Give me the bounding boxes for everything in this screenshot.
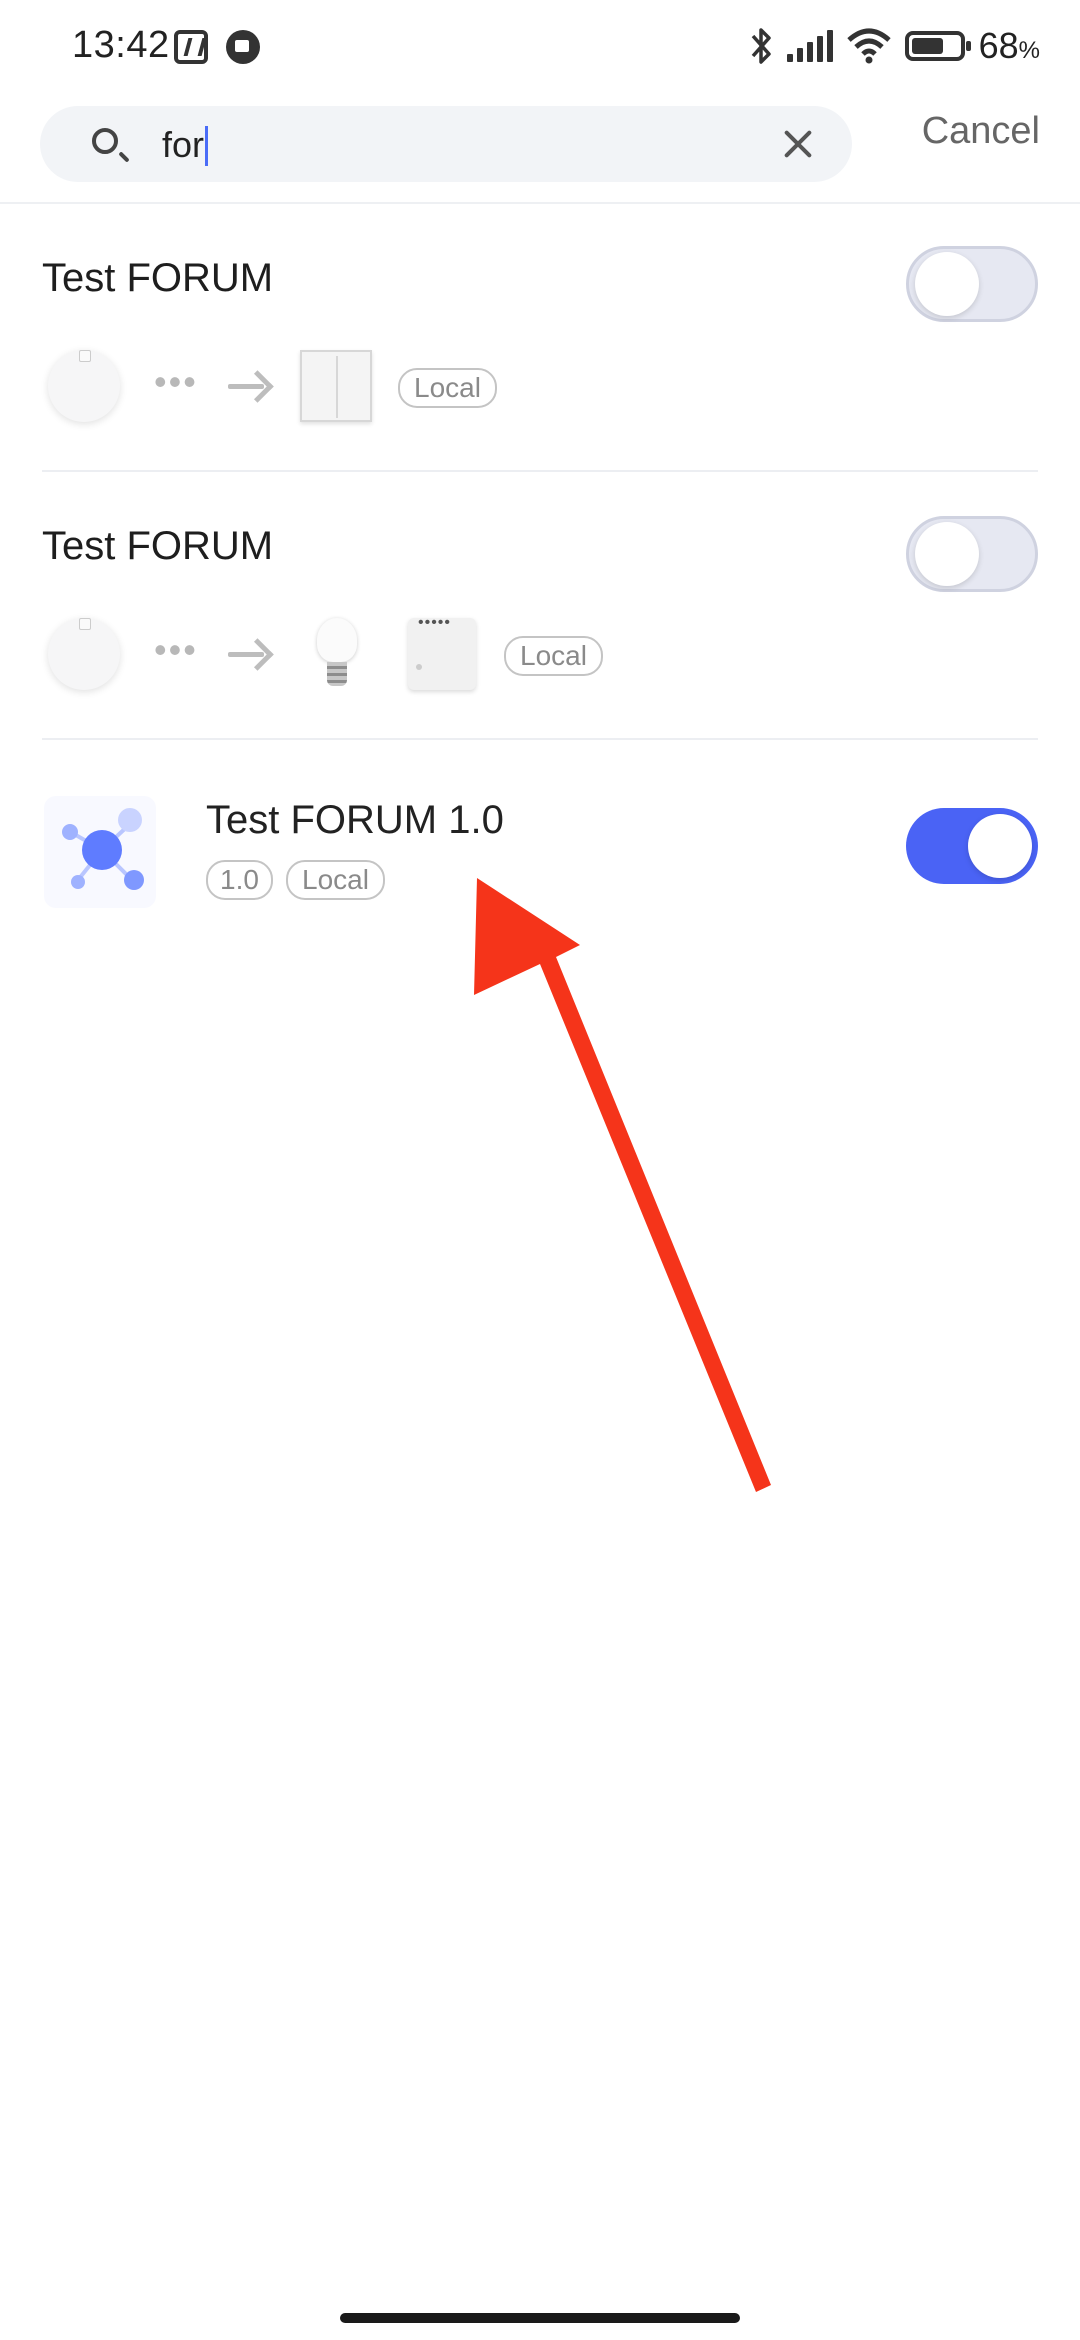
row-divider (42, 738, 1038, 740)
result-title: Test FORUM (42, 256, 274, 300)
cancel-button[interactable]: Cancel (922, 110, 1040, 153)
signal-icon (786, 30, 833, 62)
hub-device-icon (48, 618, 120, 690)
more-dots-icon: ••• (154, 361, 198, 402)
result-title: Test FORUM 1.0 (206, 798, 504, 842)
search-bar[interactable] (40, 106, 852, 182)
result-item[interactable]: Test FORUM ••• Local (42, 516, 1038, 704)
home-indicator[interactable] (340, 2313, 740, 2323)
enable-toggle[interactable] (906, 246, 1038, 322)
local-badge: Local (286, 860, 385, 900)
version-badge: 1.0 (206, 860, 273, 900)
header-divider (0, 202, 1080, 204)
search-icon (92, 128, 118, 154)
wall-switch-icon (300, 350, 372, 422)
wifi-icon (846, 28, 891, 64)
enable-toggle[interactable] (906, 516, 1038, 592)
arrow-right-icon (228, 636, 274, 672)
arrow-right-icon (228, 368, 274, 404)
result-title: Test FORUM (42, 524, 274, 568)
nfc-icon (174, 30, 208, 64)
status-time: 13:42 (72, 24, 170, 66)
search-input[interactable] (160, 120, 664, 170)
light-bulb-icon (312, 618, 362, 694)
status-bar: 13:42 68% (0, 0, 1080, 96)
clear-icon[interactable] (778, 124, 818, 164)
bluetooth-icon (751, 28, 771, 64)
text-caret (205, 126, 208, 166)
molecule-scene-icon (44, 796, 156, 908)
hub-device-icon (48, 350, 120, 422)
enable-toggle[interactable] (906, 808, 1038, 884)
battery-fill (911, 38, 943, 54)
battery-percent: 68% (978, 25, 1040, 66)
local-badge: Local (504, 636, 603, 676)
result-item[interactable]: Test FORUM ••• Local (42, 246, 1038, 436)
status-icons: 68% (749, 24, 1040, 68)
row-divider (42, 470, 1038, 472)
relay-module-icon (408, 614, 476, 690)
more-dots-icon: ••• (154, 629, 198, 670)
battery-icon (904, 31, 971, 61)
local-badge: Local (398, 368, 497, 408)
notification-icon (226, 30, 260, 64)
